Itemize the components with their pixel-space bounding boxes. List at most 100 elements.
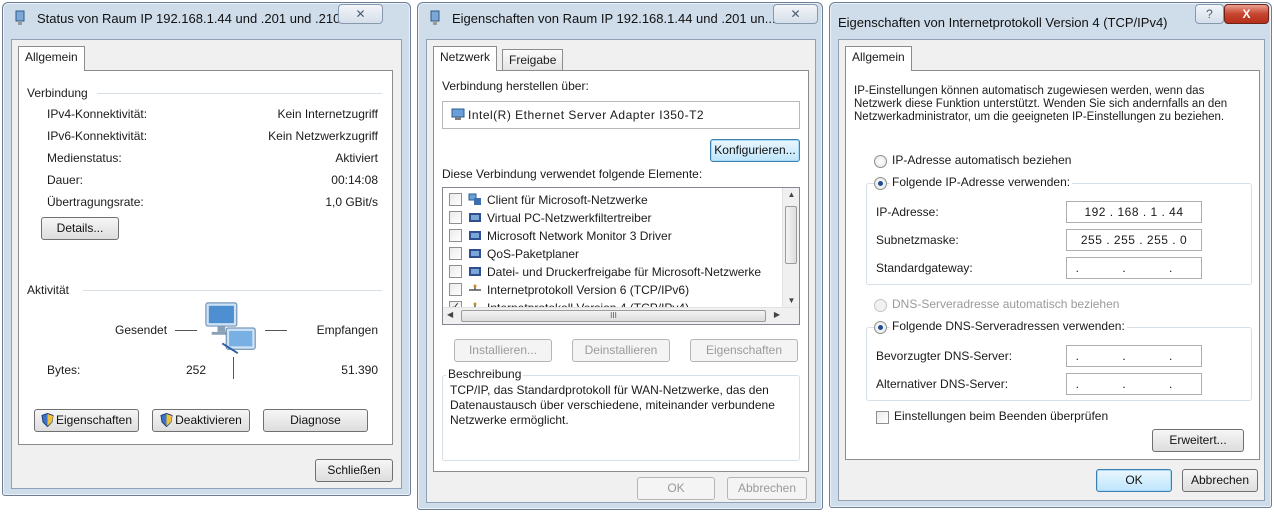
group-label-connection: Verbindung — [27, 86, 88, 100]
manual-dns-label[interactable]: Folgende DNS-Serveradressen verwenden: — [890, 319, 1127, 333]
ok-button[interactable]: OK — [637, 477, 715, 500]
checkbox[interactable] — [449, 193, 462, 206]
configure-button[interactable]: Konfigurieren... — [710, 139, 800, 162]
network-service-icon — [469, 231, 481, 240]
disable-button-label: Deaktivieren — [175, 413, 242, 427]
validate-checkbox[interactable] — [876, 411, 889, 424]
group-divider — [83, 290, 382, 291]
media-status-value: Aktiviert — [335, 151, 378, 165]
received-line — [265, 330, 287, 331]
list-item-label: QoS-Paketplaner — [487, 247, 580, 261]
network-service-icon — [469, 249, 481, 258]
network-adapter-icon — [430, 10, 440, 25]
alternate-dns-field[interactable]: . . . — [1066, 373, 1202, 395]
radio-auto-ip[interactable] — [874, 155, 887, 168]
cancel-button[interactable]: Abbrechen — [1182, 469, 1258, 492]
checkbox[interactable] — [449, 247, 462, 260]
scroll-down-icon[interactable]: ▼ — [783, 296, 799, 305]
properties-titlebar[interactable]: Eigenschaften von Raum IP 192.168.1.44 u… — [418, 3, 822, 33]
preferred-dns-field[interactable]: . . . — [1066, 345, 1202, 367]
bytes-label: Bytes: — [47, 363, 81, 377]
tab-page: Verbindung herstellen über: Intel(R) Eth… — [433, 70, 809, 472]
ipv4-connectivity-value: Kein Internetzugriff — [277, 107, 378, 121]
checkbox[interactable] — [449, 211, 462, 224]
horizontal-scrollbar[interactable]: ◀ III ▶ — [443, 307, 799, 324]
item-properties-button[interactable]: Eigenschaften — [690, 339, 798, 362]
scroll-right-icon[interactable]: ▶ — [774, 310, 780, 319]
items-label: Diese Verbindung verwendet folgende Elem… — [442, 167, 703, 181]
status-window: Status von Raum IP 192.168.1.44 und .201… — [2, 2, 411, 496]
uninstall-button[interactable]: Deinstallieren — [572, 339, 670, 362]
window-title: Eigenschaften von Internetprotokoll Vers… — [838, 15, 1168, 30]
diagnose-button[interactable]: Diagnose — [263, 409, 368, 432]
cancel-button[interactable]: Abbrechen — [727, 477, 807, 500]
shield-icon — [41, 413, 54, 427]
tab-general[interactable]: Allgemein — [845, 46, 912, 71]
speed-value: 1,0 GBit/s — [325, 195, 378, 209]
close-icon[interactable]: X — [1224, 4, 1269, 24]
radio-manual-dns[interactable] — [874, 321, 887, 334]
list-item[interactable]: Microsoft Network Monitor 3 Driver — [443, 227, 783, 245]
scroll-thumb[interactable] — [785, 206, 797, 264]
help-icon[interactable]: ? — [1195, 4, 1224, 24]
checkbox[interactable] — [449, 265, 462, 278]
disable-button[interactable]: Deaktivieren — [152, 409, 250, 432]
gateway-label: Standardgateway: — [876, 261, 973, 275]
tab-sharing[interactable]: Freigabe — [502, 49, 564, 70]
ipv4-window: Eigenschaften von Internetprotokoll Vers… — [829, 2, 1272, 508]
components-list[interactable]: Client für Microsoft-Netzwerke Virtual P… — [442, 187, 800, 325]
scroll-left-icon[interactable]: ◀ — [447, 310, 453, 319]
group-label-activity: Aktivität — [27, 283, 70, 297]
checkbox[interactable] — [449, 229, 462, 242]
tab-page: Verbindung IPv4-Konnektivität: Kein Inte… — [18, 70, 393, 445]
close-icon[interactable]: ✕ — [338, 4, 383, 24]
ipv4-titlebar[interactable]: Eigenschaften von Internetprotokoll Vers… — [830, 3, 1271, 33]
install-button[interactable]: Installieren... — [454, 339, 552, 362]
bytes-sent-value: 252 — [185, 363, 206, 377]
auto-dns-label[interactable]: DNS-Serveradresse automatisch beziehen — [892, 297, 1119, 311]
close-button[interactable]: Schließen — [315, 459, 393, 482]
received-label: Empfangen — [316, 323, 378, 337]
list-item-label: Client für Microsoft-Netzwerke — [487, 193, 648, 207]
list-item-label: Microsoft Network Monitor 3 Driver — [487, 229, 672, 243]
ok-button[interactable]: OK — [1096, 469, 1172, 492]
radio-auto-dns[interactable] — [874, 299, 887, 312]
close-icon[interactable]: ✕ — [773, 4, 818, 24]
checkbox[interactable] — [449, 283, 462, 296]
subnet-mask-field[interactable]: 255 . 255 . 255 . 0 — [1066, 229, 1202, 251]
radio-manual-ip[interactable] — [874, 177, 887, 190]
details-button[interactable]: Details... — [41, 217, 119, 240]
scroll-up-icon[interactable]: ▲ — [783, 190, 799, 199]
adapter-name: Intel(R) Ethernet Server Adapter I350-T2 — [468, 108, 705, 122]
tab-general[interactable]: Allgemein — [18, 46, 85, 71]
properties-button[interactable]: Eigenschaften — [34, 409, 139, 432]
ipv4-connectivity-label: IPv4-Konnektivität: — [47, 107, 148, 121]
sent-line — [175, 330, 197, 331]
manual-ip-label[interactable]: Folgende IP-Adresse verwenden: — [890, 175, 1073, 189]
ipv4-client: Allgemein IP-Einstellungen können automa… — [838, 39, 1265, 501]
list-item[interactable]: Client für Microsoft-Netzwerke — [443, 191, 783, 209]
scroll-thumb-grip: III — [610, 311, 617, 320]
bytes-divider — [233, 357, 234, 379]
list-item[interactable]: Virtual PC-Netzwerkfiltertreiber — [443, 209, 783, 227]
auto-ip-label[interactable]: IP-Adresse automatisch beziehen — [892, 153, 1071, 167]
list-item[interactable]: Internetprotokoll Version 6 (TCP/IPv6) — [443, 281, 783, 299]
alternate-dns-label: Alternativer DNS-Server: — [876, 377, 1009, 391]
properties-window: Eigenschaften von Raum IP 192.168.1.44 u… — [417, 2, 823, 510]
status-titlebar[interactable]: Status von Raum IP 192.168.1.44 und .201… — [3, 3, 410, 33]
list-item[interactable]: Datei- und Druckerfreigabe für Microsoft… — [443, 263, 783, 281]
ip-address-field[interactable]: 192 . 168 . 1 . 44 — [1066, 201, 1202, 223]
tab-network[interactable]: Netzwerk — [433, 46, 498, 71]
advanced-button[interactable]: Erweitert... — [1152, 429, 1244, 452]
duration-label: Dauer: — [47, 173, 84, 187]
validate-label[interactable]: Einstellungen beim Beenden überprüfen — [894, 409, 1108, 423]
hscroll-thumb[interactable]: III — [461, 310, 766, 322]
bytes-received-value: 51.390 — [341, 363, 378, 377]
vertical-scrollbar[interactable]: ▲ ▼ — [782, 188, 799, 307]
network-client-icon — [468, 193, 481, 205]
window-title: Status von Raum IP 192.168.1.44 und .201… — [37, 11, 341, 26]
gateway-field[interactable]: . . . — [1066, 257, 1202, 279]
list-item[interactable]: QoS-Paketplaner — [443, 245, 783, 263]
list-item-label: Internetprotokoll Version 6 (TCP/IPv6) — [487, 283, 690, 297]
ipv6-connectivity-value: Kein Netzwerkzugriff — [268, 129, 378, 143]
